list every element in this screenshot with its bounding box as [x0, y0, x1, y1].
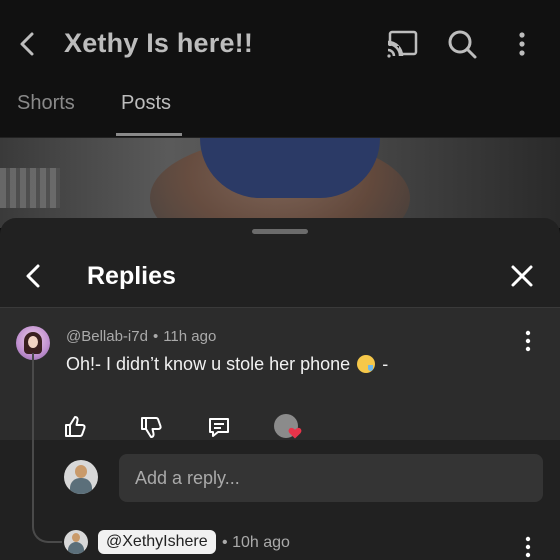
avatar[interactable] — [64, 530, 88, 554]
tab-posts[interactable]: Posts — [121, 92, 171, 115]
avatar-head — [75, 465, 87, 478]
crying-face-emoji — [357, 355, 376, 373]
cast-icon[interactable] — [384, 28, 420, 60]
comment-meta: @Bellab-i7d • 11h ago — [66, 328, 216, 345]
comment-more-icon[interactable] — [518, 328, 538, 354]
avatar — [64, 460, 98, 494]
avatar-face — [28, 336, 38, 348]
reply-more-icon[interactable] — [518, 534, 538, 560]
channel-tabs: Shorts Posts — [0, 88, 560, 138]
channel-title: Xethy Is here!! — [64, 28, 254, 58]
back-arrow-icon[interactable] — [18, 260, 50, 292]
comment-actions — [0, 410, 560, 440]
parent-comment: @Bellab-i7d • 11h ago Oh!- I didn’t know u… — [0, 308, 560, 440]
meta-separator: • — [152, 328, 159, 345]
reply-time: 10h ago — [232, 534, 290, 551]
comment-text-tail: - — [382, 354, 389, 374]
more-options-icon[interactable] — [508, 26, 536, 62]
reply-meta: • 10h ago — [222, 534, 290, 552]
creator-heart-avatar — [274, 414, 302, 439]
avatar-body — [68, 542, 84, 554]
replies-header: Replies — [0, 248, 560, 308]
comment-author[interactable]: @Bellab-i7d — [66, 328, 148, 345]
comment-time: 11h ago — [163, 328, 217, 345]
reply-item: @XethyIshere • 10h ago — [0, 530, 560, 560]
replies-sheet: Replies @Bellab-i7d • 11h ago Oh!- I didn’… — [0, 218, 560, 560]
reply-composer — [0, 454, 560, 504]
thread-connector — [32, 353, 62, 543]
post-image — [0, 138, 560, 228]
back-arrow-icon[interactable] — [12, 28, 44, 60]
reply-input[interactable] — [119, 454, 543, 502]
drag-handle[interactable] — [252, 229, 308, 234]
like-icon[interactable] — [62, 414, 88, 440]
close-icon[interactable] — [506, 260, 538, 292]
comment-text: Oh!- I didn’t know u stole her phone - — [66, 354, 388, 375]
comment-text-body: Oh!- I didn’t know u stole her phone — [66, 354, 351, 374]
meta-separator: • — [222, 534, 228, 551]
tab-shorts[interactable]: Shorts — [17, 92, 75, 115]
reply-icon[interactable] — [206, 414, 232, 440]
search-icon[interactable] — [444, 26, 480, 62]
replies-title: Replies — [87, 262, 176, 290]
creator-handle-badge[interactable]: @XethyIshere — [98, 530, 216, 554]
dislike-icon[interactable] — [138, 414, 164, 440]
avatar-body — [70, 478, 92, 494]
keyboard-image-detail — [0, 168, 60, 208]
avatar-head — [72, 533, 80, 542]
top-app-bar: Xethy Is here!! — [0, 0, 560, 88]
active-tab-indicator — [116, 133, 182, 136]
heart-icon — [288, 427, 302, 439]
